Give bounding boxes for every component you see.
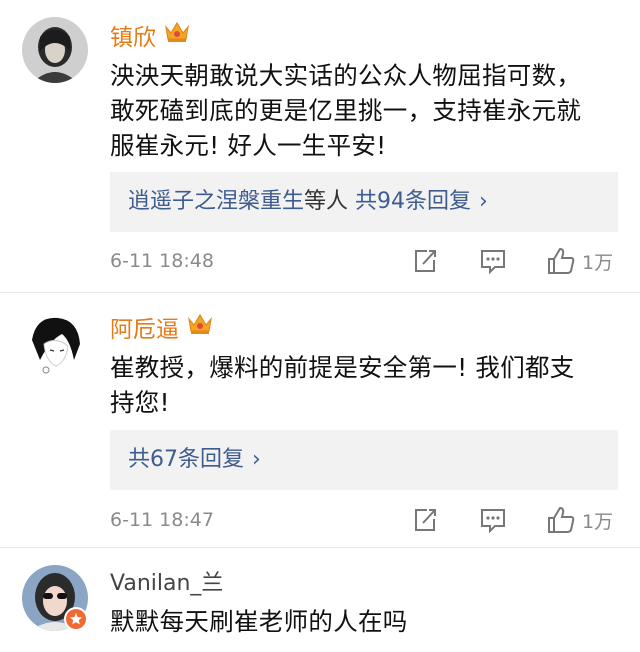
comment-item: Vanilan_兰 默默每天刷崔老师的人在吗 [0,548,640,652]
comment-line: 敢死磕到底的更是亿里挑一，支持崔永元就 [110,96,582,125]
replies-box[interactable]: 共67条回复 › [110,430,618,490]
reply-count[interactable]: 共67条回复 [128,447,244,472]
like-button[interactable]: 1万 [546,246,613,276]
share-button[interactable] [410,246,440,276]
comment-item: 镇欣 泱泱天朝敢说大实话的公众人物屈指可数， 敢死磕到底的更是亿里挑一，支持崔永… [0,0,640,292]
share-icon [415,250,436,272]
reply-count[interactable]: 共94条回复 [355,189,471,214]
username[interactable]: 镇欣 [110,18,156,52]
comment-line: 崔教授，爆料的前提是安全第一! 我们都支 [110,353,575,382]
thumbs-up-icon [548,247,575,274]
chevron-right-icon: › [252,447,261,472]
comment-icon [481,509,505,534]
share-icon [415,509,436,531]
reply-suffix: 等人 [304,189,349,214]
comment-button[interactable] [478,246,508,276]
verified-badge-icon [64,607,88,631]
thumbs-up-icon [548,506,575,533]
comment-line: 默默每天刷崔老师的人在吗 [110,607,408,636]
avatar[interactable] [22,17,88,83]
vip-crown-icon [163,19,191,43]
avatar[interactable] [22,310,88,376]
username[interactable]: 阿卮逼 [110,310,179,344]
like-count: 1万 [582,251,614,274]
username[interactable]: Vanilan_兰 [110,565,223,597]
comment-text: 崔教授，爆料的前提是安全第一! 我们都支 持您! [110,350,620,420]
share-button[interactable] [410,505,440,535]
comment-text: 泱泱天朝敢说大实话的公众人物屈指可数， 敢死磕到底的更是亿里挑一，支持崔永元就 … [110,58,620,163]
comment-item: 阿卮逼 崔教授，爆料的前提是安全第一! 我们都支 持您! 共67条回复 › 6-1… [0,293,640,547]
vip-crown-icon [186,311,214,335]
timestamp: 6-11 18:47 [110,509,214,531]
comment-icon [481,250,505,275]
comment-button[interactable] [478,505,508,535]
reply-user-link[interactable]: 逍遥子之涅槃重生 [128,189,304,214]
comment-line: 泱泱天朝敢说大实话的公众人物屈指可数， [110,61,582,90]
chevron-right-icon: › [479,189,488,214]
comment-text: 默默每天刷崔老师的人在吗 [110,604,620,639]
like-count: 1万 [582,510,614,533]
timestamp: 6-11 18:48 [110,250,214,272]
replies-box[interactable]: 逍遥子之涅槃重生等人 共94条回复 › [110,172,618,232]
comment-line: 持您! [110,388,170,417]
like-button[interactable]: 1万 [546,505,613,535]
comment-line: 服崔永元! 好人一生平安! [110,131,387,160]
